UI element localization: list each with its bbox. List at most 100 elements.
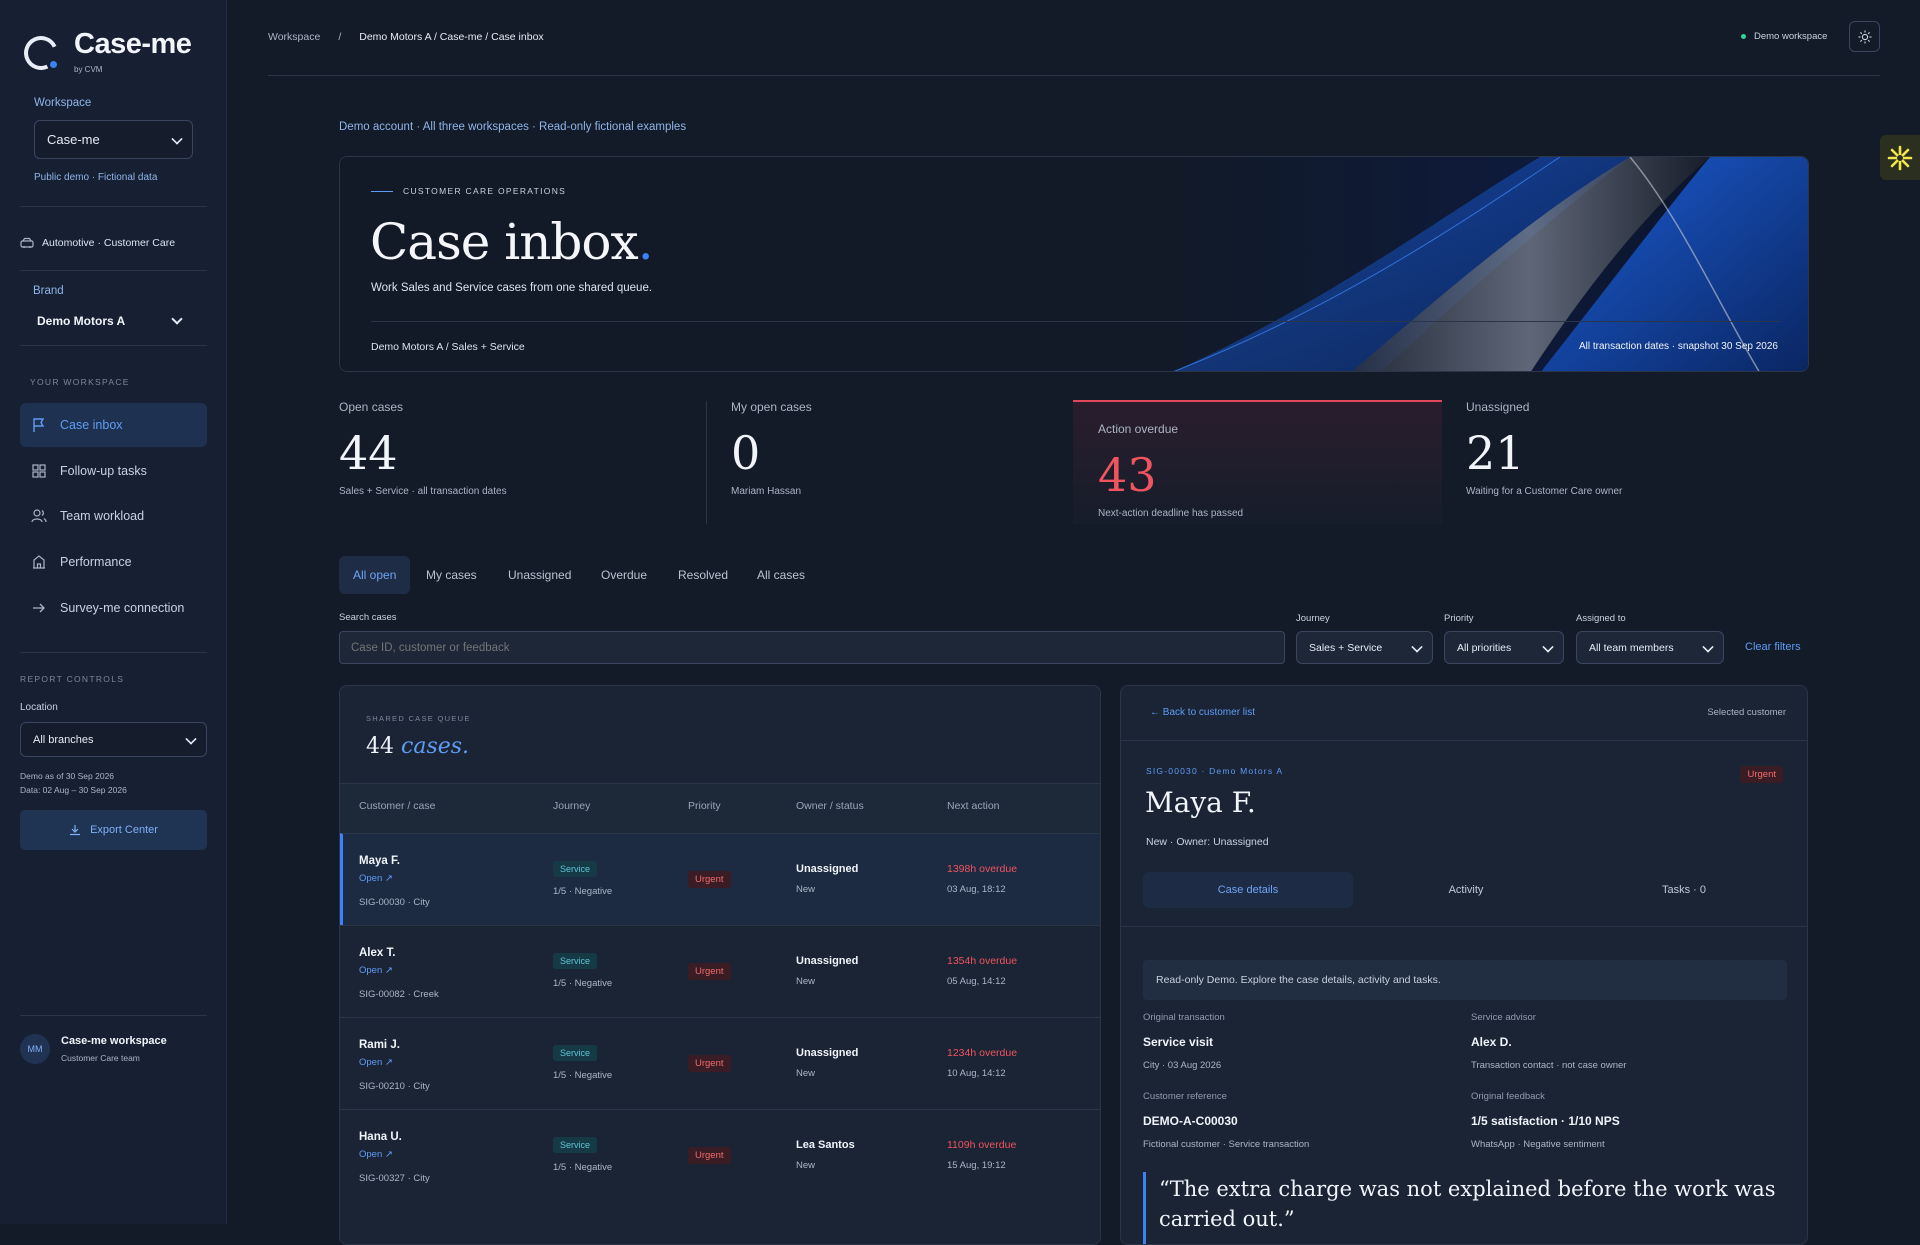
queue-eyebrow: SHARED CASE QUEUE <box>366 714 471 723</box>
tab-my-cases[interactable]: My cases <box>412 556 491 594</box>
main: Workspace / Demo Motors A / Case-me / Ca… <box>228 0 1920 1245</box>
table-row[interactable]: Maya F. Open ↗ SIG-00030 · City Service 1/5 … <box>340 833 1100 925</box>
field-label: Original transaction <box>1143 1012 1225 1023</box>
next-action-date: 05 Aug, 14:12 <box>947 976 1006 987</box>
brand-select[interactable]: Demo Motors A <box>33 307 193 335</box>
customer-name: Hana U. <box>359 1131 402 1143</box>
export-button[interactable]: Export Center <box>20 810 207 850</box>
open-case-link[interactable]: Open ↗ <box>359 965 393 976</box>
building-icon <box>30 553 48 571</box>
back-to-list-link[interactable]: ← Back to customer list <box>1150 707 1255 718</box>
field-label: Customer reference <box>1143 1091 1227 1102</box>
overdue-time: 1109h overdue <box>947 1139 1017 1151</box>
assistant-widget-button[interactable] <box>1880 135 1920 180</box>
tab-case-details[interactable]: Case details <box>1143 872 1353 908</box>
owner: Unassigned <box>796 863 859 875</box>
customer-name: Maya F. <box>359 855 400 867</box>
case-queue-panel: SHARED CASE QUEUE 44 cases. Customer / c… <box>339 685 1101 1245</box>
hero-scope: Demo Motors A / Sales + Service <box>371 341 525 353</box>
nav-follow-up-tasks[interactable]: Follow-up tasks <box>20 449 207 493</box>
grid-icon <box>30 462 48 480</box>
nav-survey-me-connection[interactable]: Survey-me connection <box>20 586 207 630</box>
overdue-time: 1398h overdue <box>947 863 1018 875</box>
kpi-unassigned: Unassigned 21 Waiting for a Customer Car… <box>1466 400 1806 524</box>
tab-tasks[interactable]: Tasks · 0 <box>1579 872 1789 908</box>
chevron-down-icon <box>1702 640 1714 653</box>
nav-case-inbox[interactable]: Case inbox <box>20 403 207 447</box>
score: 1/5 · Negative <box>553 1162 613 1173</box>
priority-select[interactable]: All priorities <box>1444 631 1564 664</box>
journey-badge: Service <box>553 1045 598 1061</box>
location-value: All branches <box>33 733 94 746</box>
field-sub: Transaction contact · not case owner <box>1471 1060 1627 1071</box>
tab-activity[interactable]: Activity <box>1361 872 1571 908</box>
divider <box>1121 740 1807 741</box>
field-label: Original feedback <box>1471 1091 1545 1102</box>
kpi-sub: Next-action deadline has passed <box>1098 508 1244 519</box>
export-label: Export Center <box>90 824 158 836</box>
case-state: New <box>796 1160 816 1171</box>
field-value: DEMO-A-C00030 <box>1143 1114 1238 1128</box>
nav-label: Survey-me connection <box>60 601 185 615</box>
field-value: 1/5 satisfaction · 1/10 NPS <box>1471 1114 1620 1128</box>
breadcrumb-root[interactable]: Workspace <box>268 31 320 43</box>
tab-overdue[interactable]: Overdue <box>587 556 661 594</box>
workspace-select[interactable]: Case-me <box>34 120 193 159</box>
field-sub: Fictional customer · Service transaction <box>1143 1139 1310 1150</box>
overdue-time: 1234h overdue <box>947 1047 1018 1059</box>
case-ref: SIG-00030 · Demo Motors A <box>1146 766 1284 776</box>
column-header: Priority <box>688 800 721 812</box>
nav-label: Case inbox <box>60 418 123 432</box>
case-state: New <box>796 884 816 895</box>
table-row[interactable]: Hana U. Open ↗ SIG-00327 · City Service 1/5 … <box>340 1109 1100 1201</box>
priority-value: All priorities <box>1457 641 1512 654</box>
tab-all-cases[interactable]: All cases <box>743 556 819 594</box>
field-sub: City · 03 Aug 2026 <box>1143 1060 1222 1071</box>
open-case-link[interactable]: Open ↗ <box>359 1149 393 1160</box>
nav-team-workload[interactable]: Team workload <box>20 494 207 538</box>
field-original-transaction: Original transaction Service visit City … <box>1143 1012 1225 1071</box>
tab-resolved[interactable]: Resolved <box>664 556 742 594</box>
flag-icon <box>30 416 48 434</box>
divider <box>20 1015 207 1016</box>
table-row[interactable]: Alex T. Open ↗ SIG-00082 · Creek Service 1/5… <box>340 925 1100 1017</box>
clear-filters-button[interactable]: Clear filters <box>1745 641 1801 653</box>
theme-toggle-button[interactable] <box>1849 21 1880 52</box>
field-service-advisor: Service advisor Alex D. Transaction cont… <box>1471 1012 1626 1071</box>
nav-performance[interactable]: Performance <box>20 540 207 584</box>
avatar[interactable]: MM <box>20 1034 50 1064</box>
search-input[interactable] <box>339 631 1285 664</box>
priority-badge: Urgent <box>688 1147 731 1164</box>
divider <box>1121 926 1807 927</box>
tab-all-open[interactable]: All open <box>339 556 411 594</box>
quote-bar <box>1143 1172 1146 1244</box>
column-header: Next action <box>947 800 1000 812</box>
workspace-label: Workspace <box>34 97 92 109</box>
field-customer-reference: Customer reference DEMO-A-C00030 Fiction… <box>1143 1091 1309 1150</box>
kpi-label: Open cases <box>339 400 404 414</box>
open-case-link[interactable]: Open ↗ <box>359 1057 393 1068</box>
kpi-sub: Sales + Service · all transaction dates <box>339 486 507 497</box>
customer-name: Rami J. <box>359 1039 400 1051</box>
kpi-label: Unassigned <box>1466 400 1530 414</box>
page-title-text: Case inbox <box>370 213 639 271</box>
journey-select[interactable]: Sales + Service <box>1296 631 1433 664</box>
journey-badge: Service <box>553 953 598 969</box>
breadcrumb: Workspace / Demo Motors A / Case-me / Ca… <box>268 31 544 43</box>
hero-card: CUSTOMER CARE OPERATIONS Case inbox. Wor… <box>339 156 1809 372</box>
assigned-select[interactable]: All team members <box>1576 631 1724 664</box>
next-action-date: 15 Aug, 19:12 <box>947 1160 1006 1171</box>
kpi-sub: Mariam Hassan <box>731 486 802 497</box>
table-row[interactable]: Rami J. Open ↗ SIG-00210 · City Service 1/5 … <box>340 1017 1100 1109</box>
priority-badge: Urgent <box>1740 766 1783 783</box>
location-select[interactable]: All branches <box>20 722 207 757</box>
kpi-value: 44 <box>339 426 398 480</box>
status-dot <box>1741 34 1746 39</box>
open-case-link[interactable]: Open ↗ <box>359 873 393 884</box>
case-id: SIG-00030 · City <box>359 897 430 908</box>
data-range: Data: 02 Aug – 30 Sep 2026 <box>20 785 127 795</box>
user-team: Customer Care team <box>61 1053 140 1063</box>
case-id: SIG-00210 · City <box>359 1081 430 1092</box>
kpi-label: My open cases <box>731 400 812 414</box>
tab-unassigned[interactable]: Unassigned <box>494 556 585 594</box>
